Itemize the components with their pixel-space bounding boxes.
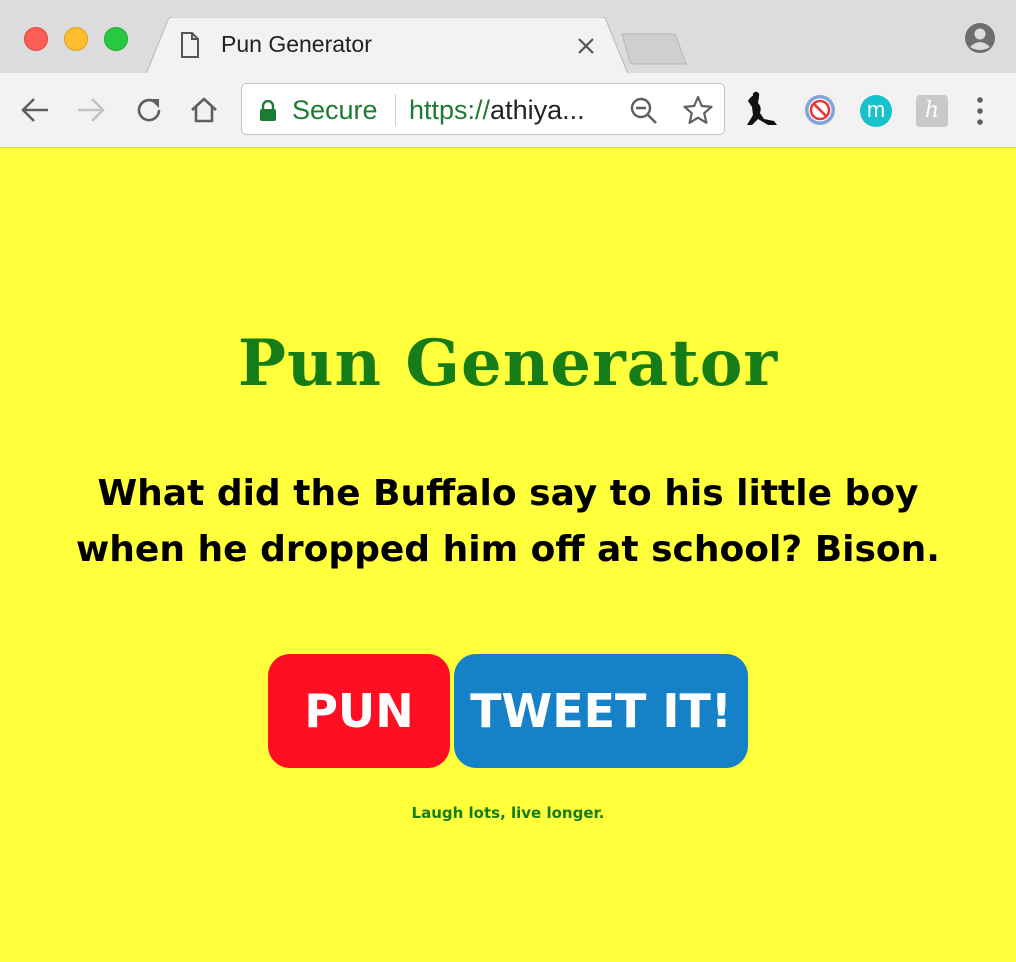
- browser-toolbar: Secure https://athiya... m h: [0, 73, 1016, 148]
- menu-dots-icon[interactable]: [974, 95, 986, 131]
- tab-shape: [146, 17, 628, 74]
- tab-pun-generator[interactable]: Pun Generator: [146, 17, 628, 74]
- secure-label: Secure: [292, 95, 378, 125]
- url-scheme: https://: [409, 95, 491, 125]
- profile-icon[interactable]: [964, 22, 996, 54]
- lock-icon: [259, 99, 277, 126]
- block-extension-icon[interactable]: [803, 93, 837, 131]
- tweet-button[interactable]: TWEET IT!: [454, 654, 748, 768]
- url-host: athiya...: [490, 95, 585, 125]
- address-bar[interactable]: Secure https://athiya...: [241, 83, 725, 135]
- pun-text: What did the Buffalo say to his little b…: [76, 473, 940, 570]
- zoom-out-icon[interactable]: [629, 96, 659, 130]
- window-minimize-button[interactable]: [64, 27, 88, 51]
- forward-arrow-icon[interactable]: [76, 96, 106, 128]
- tagline: Laugh lots, live longer.: [411, 804, 605, 822]
- omnibox-divider: [395, 94, 396, 126]
- climber-extension-icon[interactable]: [744, 91, 780, 133]
- page-icon: [180, 32, 200, 62]
- url-text[interactable]: https://athiya...: [409, 95, 585, 126]
- back-arrow-icon[interactable]: [20, 96, 50, 128]
- reload-icon[interactable]: [134, 95, 164, 129]
- page-content: Pun Generator What did the Buffalo say t…: [0, 148, 1016, 962]
- close-icon[interactable]: [574, 34, 598, 58]
- star-icon[interactable]: [683, 95, 713, 129]
- tab-strip: Pun Generator: [0, 0, 1016, 74]
- h-extension-icon[interactable]: h: [916, 95, 948, 127]
- tab-title: Pun Generator: [221, 31, 372, 57]
- home-icon[interactable]: [189, 95, 219, 129]
- m-extension-icon[interactable]: m: [860, 95, 892, 127]
- new-tab-button[interactable]: [620, 32, 688, 66]
- pun-button[interactable]: PUN: [268, 654, 450, 768]
- window-close-button[interactable]: [24, 27, 48, 51]
- window-maximize-button[interactable]: [104, 27, 128, 51]
- page-title: Pun Generator: [237, 326, 779, 401]
- browser-window: Pun Generator Secure https://athiya... m…: [0, 0, 1016, 962]
